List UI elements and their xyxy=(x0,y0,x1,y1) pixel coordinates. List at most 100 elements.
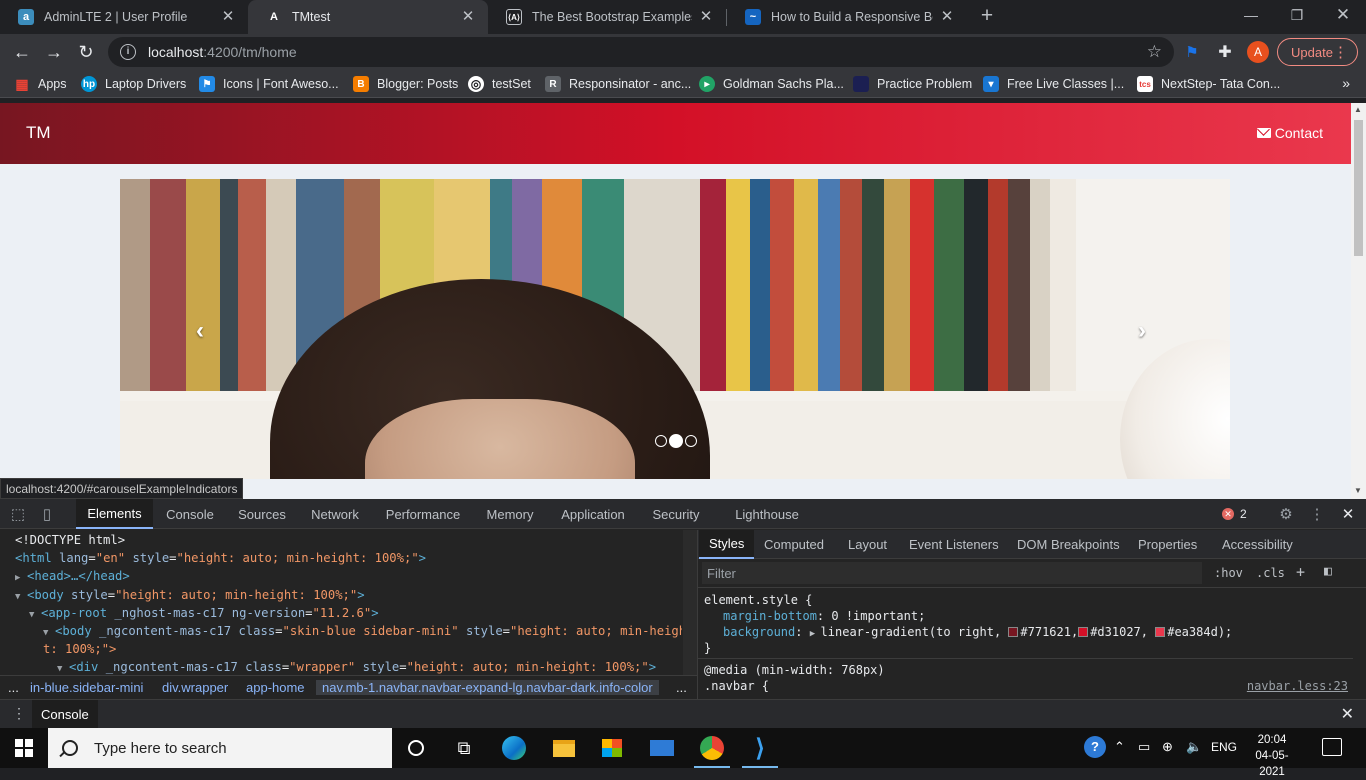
dom-line-head[interactable]: ▶ <head>…</head> xyxy=(15,569,130,587)
styles-tab-accessibility[interactable]: Accessibility xyxy=(1222,530,1293,559)
close-tab-icon[interactable]: ✕ xyxy=(220,9,236,25)
css-declaration-margin[interactable]: margin-bottom: 0 !important; xyxy=(723,609,925,623)
page-scrollbar[interactable]: ▲ ▼ xyxy=(1351,103,1366,499)
battery-icon[interactable]: ▭ xyxy=(1138,739,1150,755)
dom-line-wrapper[interactable]: ▼ <div _ngcontent-mas-c17 class="wrapper"… xyxy=(57,660,656,675)
breadcrumb-selected[interactable]: nav.mb-1.navbar.navbar-expand-lg.navbar-… xyxy=(316,680,659,695)
input-language[interactable]: ENG xyxy=(1211,740,1237,754)
breadcrumb-item[interactable]: app-home xyxy=(246,680,305,695)
task-view-icon[interactable]: ⧉ xyxy=(440,728,488,768)
styles-tab-layout[interactable]: Layout xyxy=(848,530,887,559)
carousel-indicator-active[interactable] xyxy=(669,434,683,448)
bookmark-star-icon[interactable]: ☆ xyxy=(1147,42,1162,62)
tray-overflow-icon[interactable]: ⌃ xyxy=(1114,739,1125,755)
file-explorer-icon[interactable] xyxy=(540,728,588,768)
system-clock[interactable]: 20:04 04-05-2021 xyxy=(1244,732,1300,780)
close-drawer-icon[interactable]: ✕ xyxy=(1341,704,1354,724)
vscode-icon[interactable]: ⟩ xyxy=(736,728,784,768)
dom-line-html[interactable]: <html lang="en" style="height: auto; min… xyxy=(15,551,426,569)
bookmark-apps[interactable]: ▦ Apps xyxy=(14,75,66,93)
error-count-badge[interactable]: ✕ 2 xyxy=(1222,506,1247,522)
devtools-tab-security[interactable]: Security xyxy=(644,499,708,529)
dom-line-app-root[interactable]: ▼ <app-root _nghost-mas-c17 ng-version="1… xyxy=(29,606,379,624)
close-tab-icon[interactable]: ✕ xyxy=(698,9,714,25)
new-style-rule-icon[interactable]: + xyxy=(1296,563,1305,581)
devtools-tab-elements[interactable]: Elements xyxy=(76,499,153,529)
devtools-tab-sources[interactable]: Sources xyxy=(229,499,295,529)
devtools-tab-memory[interactable]: Memory xyxy=(476,499,544,529)
styles-tab-properties[interactable]: Properties xyxy=(1138,530,1197,559)
dom-line-inner-body[interactable]: ▼ <body _ngcontent-mas-c17 class="skin-bl… xyxy=(43,624,682,642)
cortana-icon[interactable] xyxy=(392,728,440,768)
contact-link[interactable]: Contact xyxy=(1256,125,1323,141)
carousel-indicator[interactable] xyxy=(685,435,697,447)
new-tab-icon[interactable]: + xyxy=(976,5,998,27)
site-info-icon[interactable]: i xyxy=(120,44,136,60)
notification-center-icon[interactable] xyxy=(1322,738,1342,756)
carousel-indicator[interactable] xyxy=(655,435,667,447)
styles-tab-styles[interactable]: Styles xyxy=(699,530,755,559)
address-url[interactable]: localhost:4200/tm/home xyxy=(148,44,297,60)
carousel-prev-icon[interactable]: ‹ xyxy=(196,317,204,345)
address-bar[interactable]: i localhost:4200/tm/home ☆ xyxy=(108,37,1174,67)
color-swatch[interactable] xyxy=(1155,627,1166,637)
browser-tab-tmtest[interactable]: A TMtest ✕ xyxy=(248,0,488,34)
browser-tab-bootstrap-examples[interactable]: ⟨A⟩ The Best Bootstrap Examples ✕ xyxy=(488,0,726,34)
color-swatch[interactable] xyxy=(1078,627,1089,637)
chrome-icon[interactable] xyxy=(688,728,736,768)
help-icon[interactable]: ? xyxy=(1084,736,1106,758)
more-bookmarks-icon[interactable]: » xyxy=(1342,75,1350,91)
restore-icon[interactable]: ❐ xyxy=(1274,0,1320,30)
back-icon[interactable]: ← xyxy=(8,38,36,66)
devtools-tab-performance[interactable]: Performance xyxy=(377,499,469,529)
update-button[interactable]: Update ⋮ xyxy=(1277,38,1358,66)
devtools-tab-application[interactable]: Application xyxy=(553,499,633,529)
devtools-tab-console[interactable]: Console xyxy=(157,499,223,529)
toggle-sidebar-icon[interactable]: ◧ xyxy=(1324,564,1332,579)
breadcrumb-item[interactable]: div.wrapper xyxy=(162,680,228,695)
devtools-menu-icon[interactable]: ⋮ xyxy=(1308,505,1326,523)
styles-tab-computed[interactable]: Computed xyxy=(764,530,824,559)
dom-tree-scrollbar[interactable] xyxy=(683,530,697,675)
styles-tab-dom-breakpoints[interactable]: DOM Breakpoints xyxy=(1017,530,1120,559)
extension-flag-icon[interactable]: ⚑ xyxy=(1178,38,1206,66)
taskbar-search[interactable]: Type here to search xyxy=(48,728,392,768)
carousel-next-icon[interactable]: › xyxy=(1138,317,1146,345)
bookmark-laptop-drivers[interactable]: hp Laptop Drivers xyxy=(81,75,186,93)
close-tab-icon[interactable]: ✕ xyxy=(460,9,476,25)
profile-avatar[interactable]: A xyxy=(1247,41,1269,63)
network-globe-icon[interactable]: ⊕ xyxy=(1162,739,1173,755)
volume-icon[interactable]: 🔈 xyxy=(1186,739,1202,755)
devtools-tab-network[interactable]: Network xyxy=(302,499,368,529)
dom-line-doctype[interactable]: <!DOCTYPE html> xyxy=(15,533,125,551)
breadcrumb-overflow-right[interactable]: ... xyxy=(676,680,687,695)
scroll-thumb[interactable] xyxy=(1354,120,1363,256)
windows-start-icon[interactable] xyxy=(0,728,48,768)
bookmark-responsinator[interactable]: R Responsinator - anc... xyxy=(545,75,691,93)
drawer-tab-console[interactable]: Console xyxy=(32,700,98,729)
bookmark-practice-problem[interactable]: Practice Problem xyxy=(853,75,972,93)
breadcrumb-overflow-left[interactable]: ... xyxy=(8,680,19,695)
class-toggle[interactable]: .cls xyxy=(1256,566,1285,580)
bookmark-font-awesome[interactable]: ⚑ Icons | Font Aweso... xyxy=(199,75,339,93)
forward-icon[interactable]: → xyxy=(40,38,68,66)
hover-state-toggle[interactable]: :hov xyxy=(1214,566,1243,580)
devtools-tab-lighthouse[interactable]: Lighthouse xyxy=(726,499,808,529)
scroll-down-icon[interactable]: ▼ xyxy=(1354,486,1362,495)
inspect-element-icon[interactable]: ⬚ xyxy=(9,505,27,523)
browser-tab-adminlte[interactable]: a AdminLTE 2 | User Profile ✕ xyxy=(0,0,248,34)
browser-tab-responsive-bootstrap[interactable]: ~ How to Build a Responsive Boots ✕ xyxy=(727,0,967,34)
bookmark-testset[interactable]: ◎ testSet xyxy=(468,75,531,93)
dom-line-body[interactable]: ▼ <body style="height: auto; min-height: … xyxy=(15,588,365,606)
color-swatch[interactable] xyxy=(1008,627,1019,637)
edge-icon[interactable] xyxy=(490,728,538,768)
bookmark-goldman-sachs[interactable]: ▸ Goldman Sachs Pla... xyxy=(699,75,844,93)
styles-tab-event-listeners[interactable]: Event Listeners xyxy=(909,530,999,559)
close-tab-icon[interactable]: ✕ xyxy=(939,9,955,25)
close-devtools-icon[interactable]: ✕ xyxy=(1339,505,1357,523)
scroll-up-icon[interactable]: ▲ xyxy=(1354,105,1362,114)
extensions-puzzle-icon[interactable]: ✚ xyxy=(1211,38,1239,66)
minimize-icon[interactable]: — xyxy=(1228,0,1274,30)
css-declaration-background[interactable]: background: ▶ linear-gradient(to right, … xyxy=(723,625,1232,639)
settings-gear-icon[interactable]: ⚙ xyxy=(1277,505,1295,523)
